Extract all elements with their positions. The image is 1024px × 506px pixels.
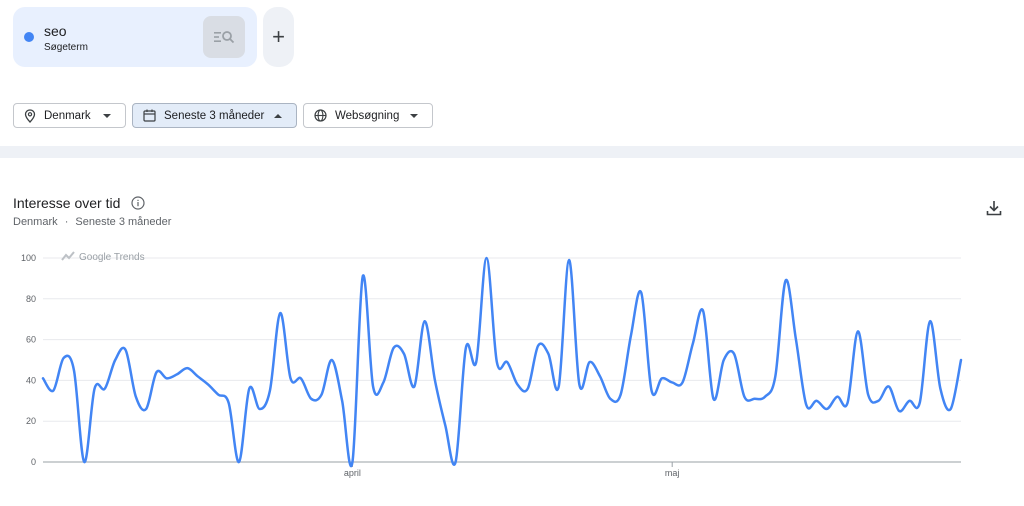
subtitle-period: Seneste 3 måneder: [75, 216, 172, 228]
y-tick-label: 0: [31, 457, 36, 467]
y-tick-label: 100: [21, 253, 36, 263]
section-divider: [0, 146, 1024, 158]
search-term-card[interactable]: seo Søgeterm: [13, 7, 257, 67]
list-search-icon: [214, 31, 235, 44]
x-tick-label: april: [344, 468, 361, 478]
subtitle-region: Denmark: [13, 216, 58, 228]
y-tick-label: 60: [26, 335, 36, 345]
y-tick-label: 80: [26, 294, 36, 304]
series-line: [41, 256, 963, 467]
y-tick-label: 40: [26, 375, 36, 385]
info-icon[interactable]: [131, 196, 145, 210]
source-filter[interactable]: Websøgning: [303, 103, 433, 128]
period-filter-label: Seneste 3 måneder: [164, 109, 265, 122]
term-options-button[interactable]: [203, 16, 245, 58]
y-tick-label: 20: [26, 416, 36, 426]
calendar-icon: [143, 109, 156, 122]
caret-up-icon: [274, 114, 282, 118]
download-icon[interactable]: [985, 199, 1003, 217]
subtitle-separator: ·: [64, 216, 69, 228]
globe-icon: [314, 109, 327, 122]
search-term-name: seo: [44, 23, 67, 39]
add-comparison-button[interactable]: +: [263, 7, 294, 67]
location-pin-icon: [24, 108, 36, 123]
interest-over-time-chart: Google Trends 0 20 40 60 80 100 april maj: [21, 251, 963, 478]
region-filter[interactable]: Denmark: [13, 103, 126, 128]
section-subtitle: Denmark · Seneste 3 måneder: [13, 216, 171, 228]
region-filter-label: Denmark: [44, 109, 91, 122]
series-color-dot: [24, 32, 34, 42]
period-filter[interactable]: Seneste 3 måneder: [132, 103, 297, 128]
source-filter-label: Websøgning: [335, 109, 400, 122]
x-tick-label: maj: [665, 468, 680, 478]
search-term-type: Søgeterm: [44, 42, 88, 53]
caret-down-icon: [410, 114, 418, 118]
section-title: Interesse over tid: [13, 195, 121, 211]
watermark-label: Google Trends: [79, 252, 145, 263]
caret-down-icon: [103, 114, 111, 118]
